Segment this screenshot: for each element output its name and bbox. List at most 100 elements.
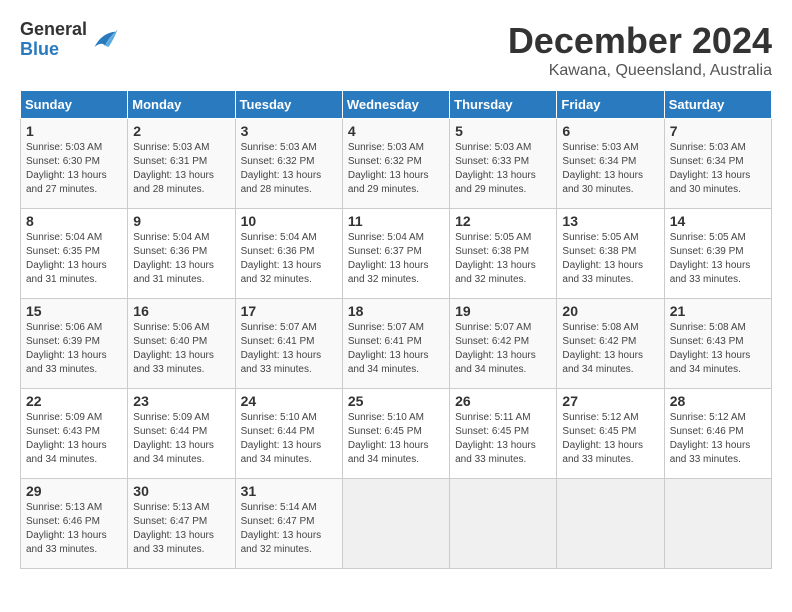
- day-info: Sunrise: 5:13 AMSunset: 6:46 PMDaylight:…: [26, 501, 122, 557]
- day-number: 2: [133, 123, 229, 139]
- day-info: Sunrise: 5:03 AMSunset: 6:34 PMDaylight:…: [670, 141, 766, 197]
- table-row: 6Sunrise: 5:03 AMSunset: 6:34 PMDaylight…: [557, 119, 664, 209]
- logo-general: General: [20, 20, 87, 40]
- table-row: 21 Sunrise: 5:08 AMSunset: 6:43 PMDayligh…: [664, 299, 771, 389]
- day-number: 17: [241, 303, 337, 319]
- col-sunday: Sunday: [21, 91, 128, 119]
- logo: General Blue: [20, 20, 119, 60]
- day-info: Sunrise: 5:12 AMSunset: 6:45 PMDaylight:…: [562, 411, 658, 467]
- day-number: 15: [26, 303, 122, 319]
- day-info: Sunrise: 5:08 AMSunset: 6:43 PMDaylight:…: [670, 321, 766, 377]
- logo-blue: Blue: [20, 40, 87, 60]
- day-number: 4: [348, 123, 444, 139]
- day-info: Sunrise: 5:12 AMSunset: 6:46 PMDaylight:…: [670, 411, 766, 467]
- day-number: 1: [26, 123, 122, 139]
- table-row: 23 Sunrise: 5:09 AMSunset: 6:44 PMDayligh…: [128, 389, 235, 479]
- table-row: 30 Sunrise: 5:13 AMSunset: 6:47 PMDayligh…: [128, 479, 235, 569]
- day-number: 3: [241, 123, 337, 139]
- day-number: 26: [455, 393, 551, 409]
- day-info: Sunrise: 5:03 AMSunset: 6:32 PMDaylight:…: [348, 141, 444, 197]
- calendar-table: Sunday Monday Tuesday Wednesday Thursday…: [20, 90, 772, 569]
- day-info: Sunrise: 5:04 AMSunset: 6:35 PMDaylight:…: [26, 231, 122, 287]
- day-number: 11: [348, 213, 444, 229]
- day-number: 16: [133, 303, 229, 319]
- day-number: 9: [133, 213, 229, 229]
- table-row: 31 Sunrise: 5:14 AMSunset: 6:47 PMDayligh…: [235, 479, 342, 569]
- table-row: 26Sunrise: 5:11 AMSunset: 6:45 PMDayligh…: [450, 389, 557, 479]
- day-info: Sunrise: 5:07 AMSunset: 6:41 PMDaylight:…: [348, 321, 444, 377]
- table-row: 28 Sunrise: 5:12 AMSunset: 6:46 PMDayligh…: [664, 389, 771, 479]
- table-row: 12 Sunrise: 5:05 AMSunset: 6:38 PMDayligh…: [450, 209, 557, 299]
- day-number: 14: [670, 213, 766, 229]
- calendar-week-row: 1Sunrise: 5:03 AMSunset: 6:30 PMDaylight…: [21, 119, 772, 209]
- table-row: 16 Sunrise: 5:06 AMSunset: 6:40 PMDayligh…: [128, 299, 235, 389]
- day-info: Sunrise: 5:06 AMSunset: 6:39 PMDaylight:…: [26, 321, 122, 377]
- col-tuesday: Tuesday: [235, 91, 342, 119]
- logo-bird-icon: [91, 26, 119, 54]
- day-number: 31: [241, 483, 337, 499]
- table-row: 27 Sunrise: 5:12 AMSunset: 6:45 PMDayligh…: [557, 389, 664, 479]
- table-row: 22 Sunrise: 5:09 AMSunset: 6:43 PMDayligh…: [21, 389, 128, 479]
- day-number: 8: [26, 213, 122, 229]
- day-info: Sunrise: 5:04 AMSunset: 6:36 PMDaylight:…: [241, 231, 337, 287]
- calendar-header-row: Sunday Monday Tuesday Wednesday Thursday…: [21, 91, 772, 119]
- table-row: 2Sunrise: 5:03 AMSunset: 6:31 PMDaylight…: [128, 119, 235, 209]
- col-friday: Friday: [557, 91, 664, 119]
- day-info: Sunrise: 5:05 AMSunset: 6:39 PMDaylight:…: [670, 231, 766, 287]
- col-wednesday: Wednesday: [342, 91, 449, 119]
- day-number: 12: [455, 213, 551, 229]
- day-number: 29: [26, 483, 122, 499]
- day-info: Sunrise: 5:08 AMSunset: 6:42 PMDaylight:…: [562, 321, 658, 377]
- day-info: Sunrise: 5:07 AMSunset: 6:42 PMDaylight:…: [455, 321, 551, 377]
- calendar-week-row: 8 Sunrise: 5:04 AMSunset: 6:35 PMDaylight…: [21, 209, 772, 299]
- day-info: Sunrise: 5:14 AMSunset: 6:47 PMDaylight:…: [241, 501, 337, 557]
- table-row: 25Sunrise: 5:10 AMSunset: 6:45 PMDayligh…: [342, 389, 449, 479]
- logo-text: General Blue: [20, 20, 87, 60]
- table-row: 7 Sunrise: 5:03 AMSunset: 6:34 PMDaylight…: [664, 119, 771, 209]
- day-number: 5: [455, 123, 551, 139]
- day-number: 30: [133, 483, 229, 499]
- day-info: Sunrise: 5:04 AMSunset: 6:37 PMDaylight:…: [348, 231, 444, 287]
- day-number: 20: [562, 303, 658, 319]
- table-row: 20 Sunrise: 5:08 AMSunset: 6:42 PMDayligh…: [557, 299, 664, 389]
- table-row: 10 Sunrise: 5:04 AMSunset: 6:36 PMDayligh…: [235, 209, 342, 299]
- day-info: Sunrise: 5:05 AMSunset: 6:38 PMDaylight:…: [455, 231, 551, 287]
- table-row: 5 Sunrise: 5:03 AMSunset: 6:33 PMDaylight…: [450, 119, 557, 209]
- day-info: Sunrise: 5:06 AMSunset: 6:40 PMDaylight:…: [133, 321, 229, 377]
- table-row: [557, 479, 664, 569]
- day-number: 13: [562, 213, 658, 229]
- day-number: 24: [241, 393, 337, 409]
- day-info: Sunrise: 5:09 AMSunset: 6:43 PMDaylight:…: [26, 411, 122, 467]
- day-info: Sunrise: 5:10 AMSunset: 6:45 PMDaylight:…: [348, 411, 444, 467]
- col-saturday: Saturday: [664, 91, 771, 119]
- calendar-week-row: 15 Sunrise: 5:06 AMSunset: 6:39 PMDayligh…: [21, 299, 772, 389]
- table-row: 14 Sunrise: 5:05 AMSunset: 6:39 PMDayligh…: [664, 209, 771, 299]
- table-row: [342, 479, 449, 569]
- day-number: 27: [562, 393, 658, 409]
- calendar-week-row: 22 Sunrise: 5:09 AMSunset: 6:43 PMDayligh…: [21, 389, 772, 479]
- title-area: December 2024 Kawana, Queensland, Austra…: [508, 20, 772, 80]
- day-number: 10: [241, 213, 337, 229]
- calendar-week-row: 29 Sunrise: 5:13 AMSunset: 6:46 PMDayligh…: [21, 479, 772, 569]
- day-info: Sunrise: 5:03 AMSunset: 6:33 PMDaylight:…: [455, 141, 551, 197]
- day-number: 21: [670, 303, 766, 319]
- col-monday: Monday: [128, 91, 235, 119]
- day-info: Sunrise: 5:03 AMSunset: 6:34 PMDaylight:…: [562, 141, 658, 197]
- table-row: 4 Sunrise: 5:03 AMSunset: 6:32 PMDaylight…: [342, 119, 449, 209]
- table-row: [450, 479, 557, 569]
- table-row: 24 Sunrise: 5:10 AMSunset: 6:44 PMDayligh…: [235, 389, 342, 479]
- day-info: Sunrise: 5:10 AMSunset: 6:44 PMDaylight:…: [241, 411, 337, 467]
- col-thursday: Thursday: [450, 91, 557, 119]
- subtitle: Kawana, Queensland, Australia: [508, 62, 772, 80]
- day-number: 22: [26, 393, 122, 409]
- day-info: Sunrise: 5:09 AMSunset: 6:44 PMDaylight:…: [133, 411, 229, 467]
- table-row: 17 Sunrise: 5:07 AMSunset: 6:41 PMDayligh…: [235, 299, 342, 389]
- table-row: [664, 479, 771, 569]
- day-number: 23: [133, 393, 229, 409]
- table-row: 9Sunrise: 5:04 AMSunset: 6:36 PMDaylight…: [128, 209, 235, 299]
- day-info: Sunrise: 5:13 AMSunset: 6:47 PMDaylight:…: [133, 501, 229, 557]
- day-info: Sunrise: 5:03 AMSunset: 6:32 PMDaylight:…: [241, 141, 337, 197]
- day-number: 7: [670, 123, 766, 139]
- day-number: 28: [670, 393, 766, 409]
- day-info: Sunrise: 5:07 AMSunset: 6:41 PMDaylight:…: [241, 321, 337, 377]
